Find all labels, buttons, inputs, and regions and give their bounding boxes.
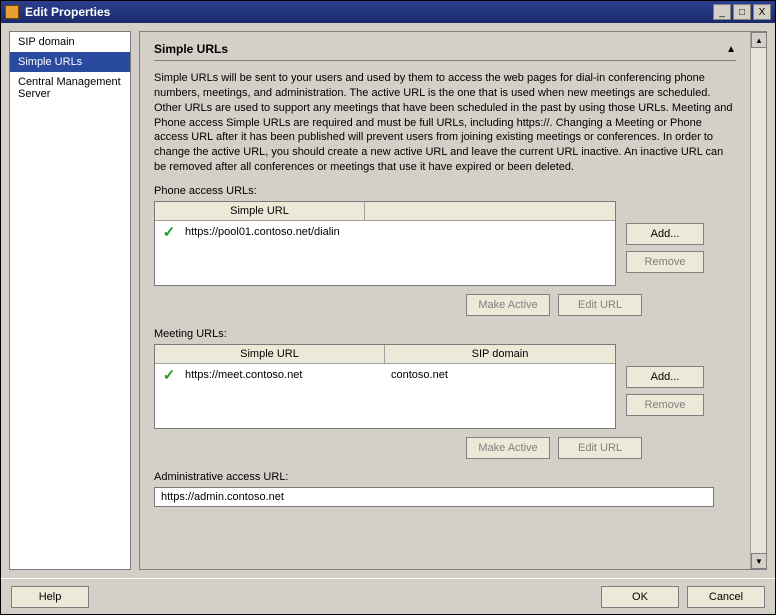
phone-table-body: ✓ https://pool01.contoso.net/dialin [155,221,615,285]
maximize-button[interactable]: □ [733,4,751,20]
active-check-icon: ✓ [159,366,179,384]
nav-panel: SIP domain Simple URLs Central Managemen… [9,31,131,570]
meeting-table-body: ✓ https://meet.contoso.net contoso.net [155,364,615,428]
active-check-icon: ✓ [159,223,179,241]
table-row[interactable]: ✓ https://pool01.contoso.net/dialin [155,221,615,243]
meeting-url-cell: https://meet.contoso.net [179,367,385,383]
nav-item-simple-urls[interactable]: Simple URLs [10,52,130,72]
content-scroll: Simple URLs ▲ Simple URLs will be sent t… [140,32,750,569]
meeting-table[interactable]: Simple URL SIP domain ✓ https://meet.con… [154,344,616,429]
admin-input-wrap [154,487,736,507]
phone-col-simple-url[interactable]: Simple URL [155,202,365,220]
body: SIP domain Simple URLs Central Managemen… [1,23,775,578]
window-root: Edit Properties _ □ X SIP domain Simple … [0,0,776,615]
meeting-block: Simple URL SIP domain ✓ https://meet.con… [154,344,736,429]
cancel-button[interactable]: Cancel [687,586,765,608]
meeting-col-simple-url[interactable]: Simple URL [155,345,385,363]
nav-item-cms[interactable]: Central Management Server [10,72,130,104]
meeting-side-buttons: Add... Remove [626,344,704,416]
phone-remove-button: Remove [626,251,704,273]
meeting-remove-button: Remove [626,394,704,416]
phone-add-button[interactable]: Add... [626,223,704,245]
table-row[interactable]: ✓ https://meet.contoso.net contoso.net [155,364,615,386]
help-button[interactable]: Help [11,586,89,608]
phone-edit-url-button: Edit URL [558,294,642,316]
meeting-edit-url-button: Edit URL [558,437,642,459]
meeting-table-head: Simple URL SIP domain [155,345,615,364]
scroll-up-icon[interactable]: ▲ [751,32,767,48]
scroll-down-icon[interactable]: ▼ [751,553,767,569]
admin-label: Administrative access URL: [154,471,736,483]
meeting-make-active-button: Make Active [466,437,550,459]
content-panel: Simple URLs ▲ Simple URLs will be sent t… [139,31,767,570]
meeting-domain-cell: contoso.net [385,367,611,383]
phone-table-head: Simple URL [155,202,615,221]
phone-row-buttons: Make Active Edit URL [154,286,736,322]
phone-label: Phone access URLs: [154,185,736,197]
section-description: Simple URLs will be sent to your users a… [154,71,736,175]
admin-url-input[interactable] [154,487,714,507]
close-button[interactable]: X [753,4,771,20]
phone-table[interactable]: Simple URL ✓ https://pool01.contoso.net/… [154,201,616,286]
meeting-label: Meeting URLs: [154,328,736,340]
phone-side-buttons: Add... Remove [626,201,704,273]
phone-url-cell: https://pool01.contoso.net/dialin [179,224,346,240]
phone-block: Simple URL ✓ https://pool01.contoso.net/… [154,201,736,286]
meeting-add-button[interactable]: Add... [626,366,704,388]
section-title: Simple URLs [154,42,228,56]
vertical-scrollbar[interactable]: ▲ ▼ [750,32,766,569]
meeting-col-sip-domain[interactable]: SIP domain [385,345,615,363]
window-buttons: _ □ X [713,4,771,20]
app-icon [5,5,19,19]
collapse-icon: ▲ [726,44,736,55]
section-header[interactable]: Simple URLs ▲ [154,42,736,61]
phone-make-active-button: Make Active [466,294,550,316]
phone-col-empty[interactable] [365,202,615,220]
titlebar: Edit Properties _ □ X [1,1,775,23]
meeting-row-buttons: Make Active Edit URL [154,429,736,465]
footer: Help OK Cancel [1,578,775,614]
minimize-button[interactable]: _ [713,4,731,20]
ok-button[interactable]: OK [601,586,679,608]
window-title: Edit Properties [25,5,713,19]
nav-item-sip-domain[interactable]: SIP domain [10,32,130,52]
